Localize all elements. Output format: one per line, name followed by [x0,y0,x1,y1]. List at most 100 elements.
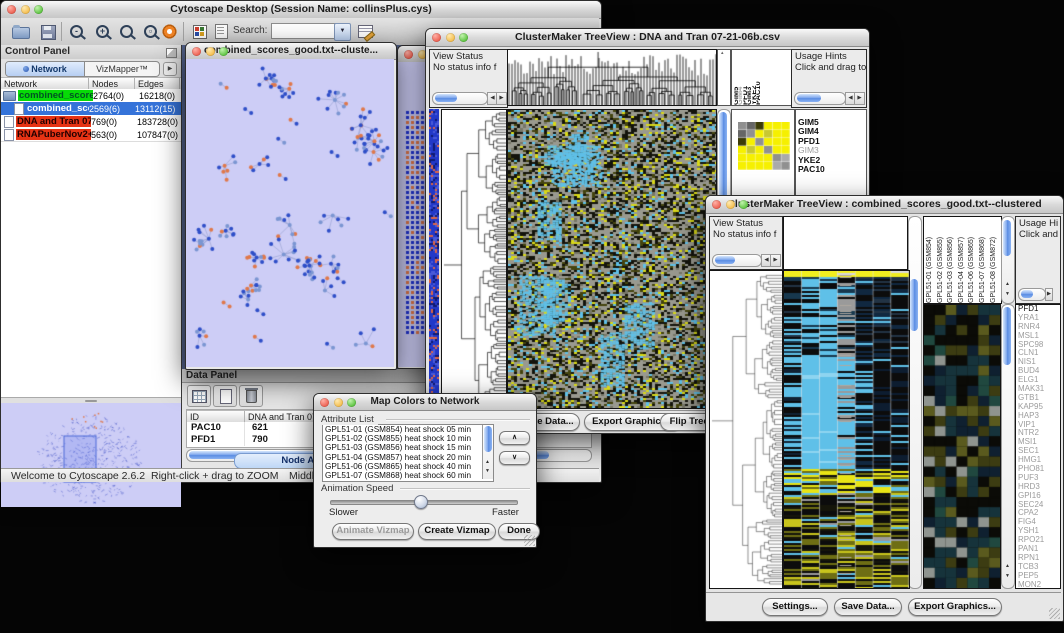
scroll-thumb[interactable] [715,256,735,264]
scroll-right-icon[interactable]: ▶ [854,92,865,105]
minimize-icon[interactable] [334,398,343,407]
zoom-window-icon[interactable] [219,47,228,56]
tv2-column-dendrogram-area[interactable] [783,216,908,270]
tv2-zoom-scrollbar[interactable]: ▲ ▼ [1001,304,1015,589]
zoom-window-icon[interactable] [347,398,356,407]
attribute-list-scrollbar[interactable]: ▲ ▼ [482,425,493,479]
zoom-window-icon[interactable] [459,33,468,42]
tv2-zoom-heatmap-canvas[interactable] [923,304,1001,589]
attribute-item[interactable]: GPL51-06 (GSM865) heat shock 40 min [323,462,493,471]
tv1-similarity-matrix-canvas[interactable] [738,122,790,170]
zoom-window-icon[interactable] [739,200,748,209]
close-icon[interactable] [320,398,329,407]
close-icon[interactable] [432,33,441,42]
save-session-button[interactable] [37,21,59,42]
tv2-row-dendrogram-canvas[interactable] [709,270,783,589]
network1-view-canvas[interactable] [186,59,394,367]
move-down-button[interactable]: ∨ [499,451,530,465]
help-button[interactable] [159,21,181,42]
tab-network[interactable]: Network [6,62,85,76]
tab-vizmapper[interactable]: VizMapper™ [85,62,159,76]
attribute-browser-button[interactable] [189,21,211,42]
speed-slider-thumb[interactable] [414,495,428,509]
column-label[interactable]: GPL51-08 (GSM872) [989,217,1000,303]
treeview1-title-bar[interactable]: ClusterMaker TreeView : DNA and Tran 07-… [426,29,869,47]
zoom-window-icon[interactable] [34,5,43,14]
dialog-title-bar[interactable]: Map Colors to Network [314,394,536,411]
tab-overflow-button[interactable]: ▶ [163,62,177,76]
scroll-right-icon[interactable]: ▶ [770,254,781,267]
zoom-out-button[interactable]: - [67,21,89,42]
attribute-listbox[interactable]: GPL51-01 (GSM854) heat shock 05 minGPL51… [322,424,494,482]
gene-label[interactable]: PAC10 [796,165,866,174]
minimize-icon[interactable] [21,5,30,14]
tv2-usage-scrollbar[interactable] [1018,288,1046,301]
scroll-right-icon[interactable]: ▶ [496,92,507,105]
scroll-thumb[interactable] [435,94,457,102]
create-vizmap-button[interactable]: Create Vizmap [418,523,496,540]
search-input[interactable] [271,23,338,39]
float-panel-icon[interactable] [166,48,177,58]
column-label[interactable]: GPL51-04 (GSM857) [957,217,968,303]
attribute-item[interactable]: GPL51-01 (GSM854) heat shock 05 min [323,425,493,434]
new-attribute-button[interactable] [213,385,237,407]
tv2-heatmap-vscrollbar[interactable] [908,216,922,589]
attribute-item[interactable]: GPL51-02 (GSM855) heat shock 10 min [323,434,493,443]
tv1-status-scrollbar[interactable] [432,92,488,105]
tv1-row-dendrogram-canvas[interactable] [441,109,507,409]
scroll-up-icon[interactable]: ▲ [1005,563,1010,569]
scroll-down-icon[interactable]: ▼ [1005,291,1010,297]
scroll-thumb[interactable] [1003,220,1011,256]
resize-grip[interactable] [1049,608,1060,619]
column-label[interactable]: GPL51-03 (GSM856) [946,217,957,303]
column-label[interactable]: GPL51-07 (GSM868) [978,217,989,303]
minimize-icon[interactable] [726,200,735,209]
tv2-heatmap-canvas[interactable] [783,270,910,589]
attribute-item[interactable]: GPL51-03 (GSM856) heat shock 15 min [323,443,493,452]
scroll-thumb[interactable] [797,94,821,102]
animate-vizmap-button[interactable]: Animate Vizmap [332,523,414,540]
delete-attribute-button[interactable] [239,385,263,407]
select-attributes-button[interactable] [187,385,211,407]
attribute-item[interactable]: GPL51-07 (GSM868) heat shock 60 min [323,471,493,480]
tv2-status-scrollbar[interactable] [712,254,762,267]
scroll-down-icon[interactable]: ▼ [485,468,490,474]
scroll-up-icon[interactable]: ▲ [485,459,490,465]
column-label[interactable]: GPL51-01 (GSM854) [925,217,936,303]
close-icon[interactable] [192,47,201,56]
scroll-thumb[interactable] [1003,307,1011,365]
attribute-item[interactable]: GPL51-04 (GSM857) heat shock 20 min [323,453,493,462]
scroll-up-icon[interactable]: ▲ [1005,281,1010,287]
birdseye-view[interactable] [1,403,181,507]
column-label[interactable]: GPL51-06 (GSM865) [967,217,978,303]
save-data-button[interactable]: Save Data... [834,598,902,616]
minimize-icon[interactable] [206,47,215,56]
table-edit-button[interactable] [355,21,377,42]
export-graphics-button[interactable]: Export Graphics... [908,598,1002,616]
tv1-column-dendrogram-canvas[interactable] [507,49,717,106]
settings-button[interactable]: Settings... [762,598,828,616]
open-session-button[interactable] [9,21,31,42]
close-icon[interactable] [404,50,413,59]
tv1-heatmap-canvas[interactable] [507,109,717,409]
close-icon[interactable] [712,200,721,209]
scroll-thumb[interactable] [910,279,918,331]
scroll-thumb[interactable] [1021,290,1033,298]
treeview2-title-bar[interactable]: ClusterMaker TreeView : combined_scores_… [706,196,1063,214]
network-table-row[interactable]: DNA and Tran 07 769(0) 183728(0) [1,115,181,128]
birdseye-canvas[interactable] [2,404,180,506]
column-label[interactable]: PAC10 [756,50,760,105]
zoom-in-button[interactable]: + [93,21,115,42]
minimize-icon[interactable] [446,33,455,42]
tv1-usage-scrollbar[interactable] [794,92,846,105]
network1-title-bar[interactable]: combined_scores_good.txt--cluste... [186,43,396,60]
column-label[interactable]: GPL51-02 (GSM855) [936,217,947,303]
move-up-button[interactable]: ∧ [499,431,530,445]
column-label[interactable]: GIM3 [747,50,751,105]
tv2-label-scrollbar[interactable]: ▲ ▼ [1001,216,1015,304]
network-table-row[interactable]: combined_sco 2569(6) 13112(15) [1,102,181,115]
close-icon[interactable] [7,5,16,14]
gene-label[interactable]: MON2 [1016,581,1060,589]
network-table-row[interactable]: combined_scores_ 2764(0) 16218(0) [1,89,181,102]
scroll-right-icon[interactable]: ▶ [1045,288,1053,301]
